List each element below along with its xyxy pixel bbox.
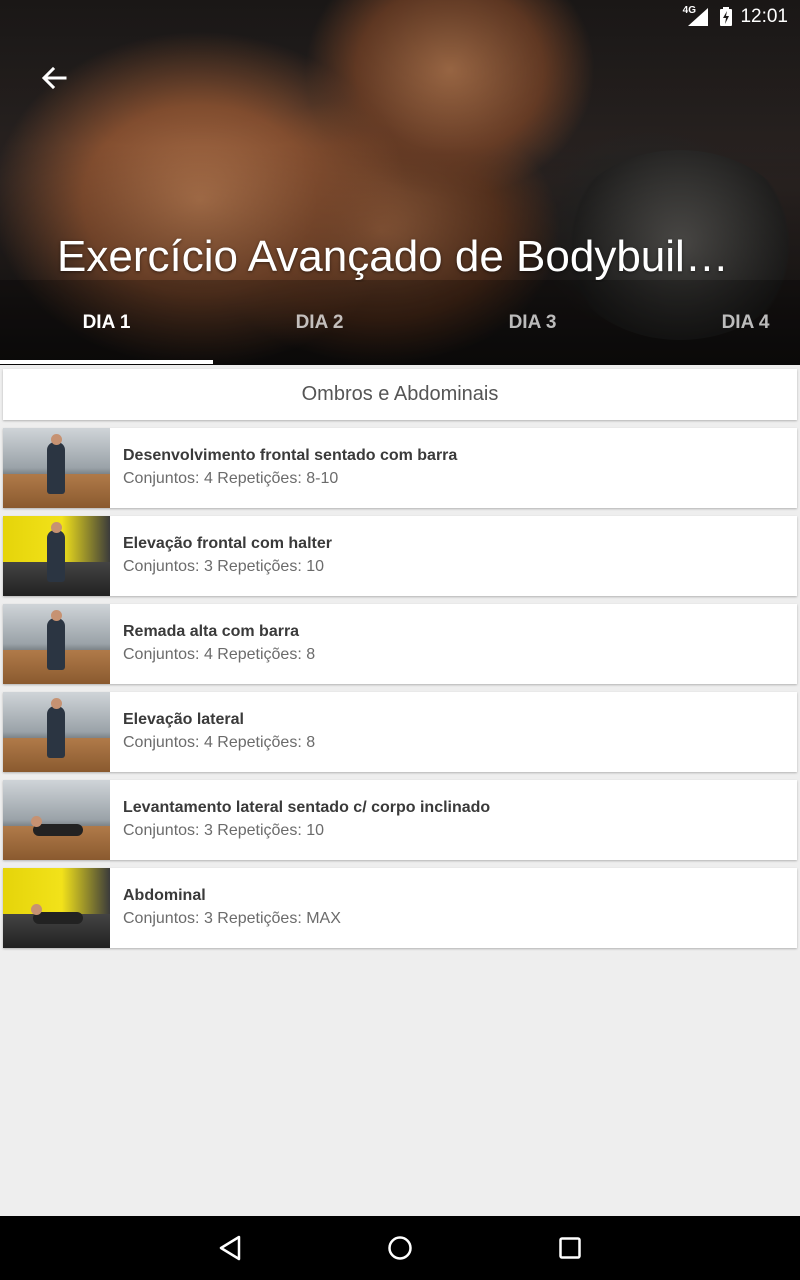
list-item[interactable]: Remada alta com barra Conjuntos: 4 Repet… bbox=[3, 604, 797, 684]
list-item[interactable]: Elevação lateral Conjuntos: 4 Repetições… bbox=[3, 692, 797, 772]
exercise-details: Conjuntos: 4 Repetições: 8 bbox=[123, 734, 316, 751]
tab-dia-4[interactable]: DIA 4 bbox=[639, 290, 800, 356]
exercise-details: Conjuntos: 4 Repetições: 8 bbox=[123, 646, 316, 663]
exercise-name: Elevação lateral bbox=[123, 711, 244, 728]
status-bar: 4G 12:01 bbox=[0, 0, 800, 34]
nav-recents-button[interactable] bbox=[540, 1228, 600, 1268]
exercise-thumbnail bbox=[3, 428, 110, 508]
exercise-name: Remada alta com barra bbox=[123, 623, 300, 640]
back-button[interactable] bbox=[30, 56, 78, 100]
arrow-back-icon bbox=[41, 66, 67, 90]
exercise-details: Conjuntos: 3 Repetições: 10 bbox=[123, 822, 325, 839]
clock: 12:01 bbox=[740, 6, 788, 27]
exercise-name: Desenvolvimento frontal sentado com barr… bbox=[123, 447, 458, 464]
navigation-bar bbox=[0, 1216, 800, 1280]
tab-dia-3[interactable]: DIA 3 bbox=[426, 290, 639, 356]
list-item[interactable]: Abdominal Conjuntos: 3 Repetições: MAX bbox=[3, 868, 797, 948]
exercise-name: Elevação frontal com halter bbox=[123, 535, 332, 552]
tab-dia-1[interactable]: DIA 1 bbox=[0, 290, 213, 356]
circle-home-icon bbox=[388, 1236, 412, 1260]
exercise-name: Abdominal bbox=[123, 887, 206, 904]
list-item[interactable]: Desenvolvimento frontal sentado com barr… bbox=[3, 428, 797, 508]
list-item[interactable]: Elevação frontal com halter Conjuntos: 3… bbox=[3, 516, 797, 596]
battery-charging-icon bbox=[720, 7, 732, 26]
exercise-details: Conjuntos: 3 Repetições: 10 bbox=[123, 558, 325, 575]
exercise-name: Levantamento lateral sentado c/ corpo in… bbox=[123, 799, 491, 816]
section-title: Ombros e Abdominais bbox=[3, 369, 797, 420]
exercise-thumbnail bbox=[3, 780, 110, 860]
day-tabs: DIA 1 DIA 2 DIA 3 DIA 4 bbox=[0, 290, 800, 360]
tab-dia-2[interactable]: DIA 2 bbox=[213, 290, 426, 356]
page-title: Exercício Avançado de Bodybuilding bbox=[57, 232, 737, 281]
exercise-details: Conjuntos: 3 Repetições: MAX bbox=[123, 910, 341, 927]
exercise-details: Conjuntos: 4 Repetições: 8-10 bbox=[123, 470, 339, 487]
signal-icon bbox=[688, 8, 708, 26]
tab-indicator bbox=[0, 360, 213, 364]
list-item[interactable]: Levantamento lateral sentado c/ corpo in… bbox=[3, 780, 797, 860]
exercise-thumbnail bbox=[3, 516, 110, 596]
nav-back-button[interactable] bbox=[200, 1228, 260, 1268]
triangle-back-icon bbox=[219, 1235, 241, 1261]
exercise-thumbnail bbox=[3, 692, 110, 772]
exercise-thumbnail bbox=[3, 604, 110, 684]
exercise-thumbnail bbox=[3, 868, 110, 948]
square-recents-icon bbox=[559, 1237, 581, 1259]
nav-home-button[interactable] bbox=[370, 1228, 430, 1268]
